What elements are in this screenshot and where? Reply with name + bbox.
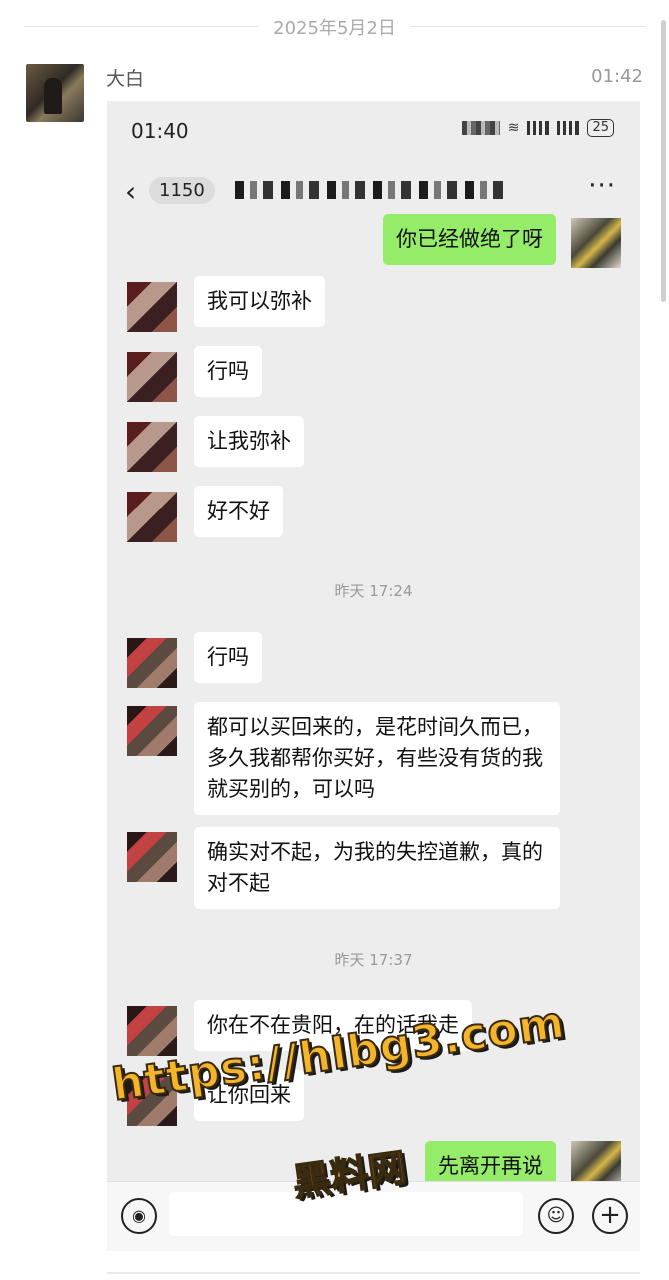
emoji-icon: ☺: [538, 1198, 574, 1234]
message-bubble-left: 行吗: [194, 346, 262, 397]
contact-avatar: [127, 638, 177, 688]
self-avatar: [571, 218, 621, 268]
signal-icon: [527, 121, 550, 135]
message-bubble-left: 好不好: [194, 486, 283, 537]
date-separator: 2025年5月2日: [0, 14, 669, 40]
plus-icon: +: [592, 1198, 628, 1234]
contact-avatar: [127, 832, 177, 882]
sender-avatar[interactable]: [26, 64, 84, 122]
contact-avatar: [127, 422, 177, 472]
battery-icon: 25: [587, 119, 614, 137]
message-time: 01:42: [591, 66, 643, 87]
message-bubble-right: 你已经做绝了呀: [383, 214, 556, 265]
sender-name: 大白: [106, 68, 145, 90]
contact-avatar: [127, 352, 177, 402]
signal-icon-2: [557, 121, 580, 135]
divider: [107, 1272, 640, 1274]
message-bubble-left: 行吗: [194, 632, 262, 683]
notification-icons: [461, 121, 500, 135]
contact-avatar: [127, 1006, 177, 1056]
contact-avatar: [127, 492, 177, 542]
scrollbar[interactable]: [661, 20, 666, 302]
status-bar-icons: ≋ 25: [461, 119, 614, 137]
status-bar-time: 01:40: [131, 119, 189, 143]
message-bubble-left: 我可以弥补: [194, 276, 325, 327]
chat-timestamp: 昨天 17:37: [334, 951, 413, 969]
unread-count-badge: 1150: [149, 177, 215, 204]
message-bubble-left: 都可以买回来的，是花时间久而已，多久我都帮你买好，有些没有货的我就买别的，可以吗: [194, 702, 560, 815]
wifi-icon: ≋: [507, 120, 520, 136]
voice-icon: ◉: [121, 1198, 157, 1234]
contact-avatar: [127, 706, 177, 756]
contact-name-redacted: [235, 181, 503, 199]
chat-timestamp: 昨天 17:24: [334, 582, 413, 600]
chat-header: ‹ 1150 ···: [107, 171, 640, 217]
message-bubble-left: 确实对不起，为我的失控道歉，真的对不起: [194, 827, 560, 909]
back-icon: ‹: [125, 175, 137, 208]
contact-avatar: [127, 282, 177, 332]
more-icon: ···: [588, 171, 616, 201]
message-bubble-left: 让我弥补: [194, 416, 304, 467]
